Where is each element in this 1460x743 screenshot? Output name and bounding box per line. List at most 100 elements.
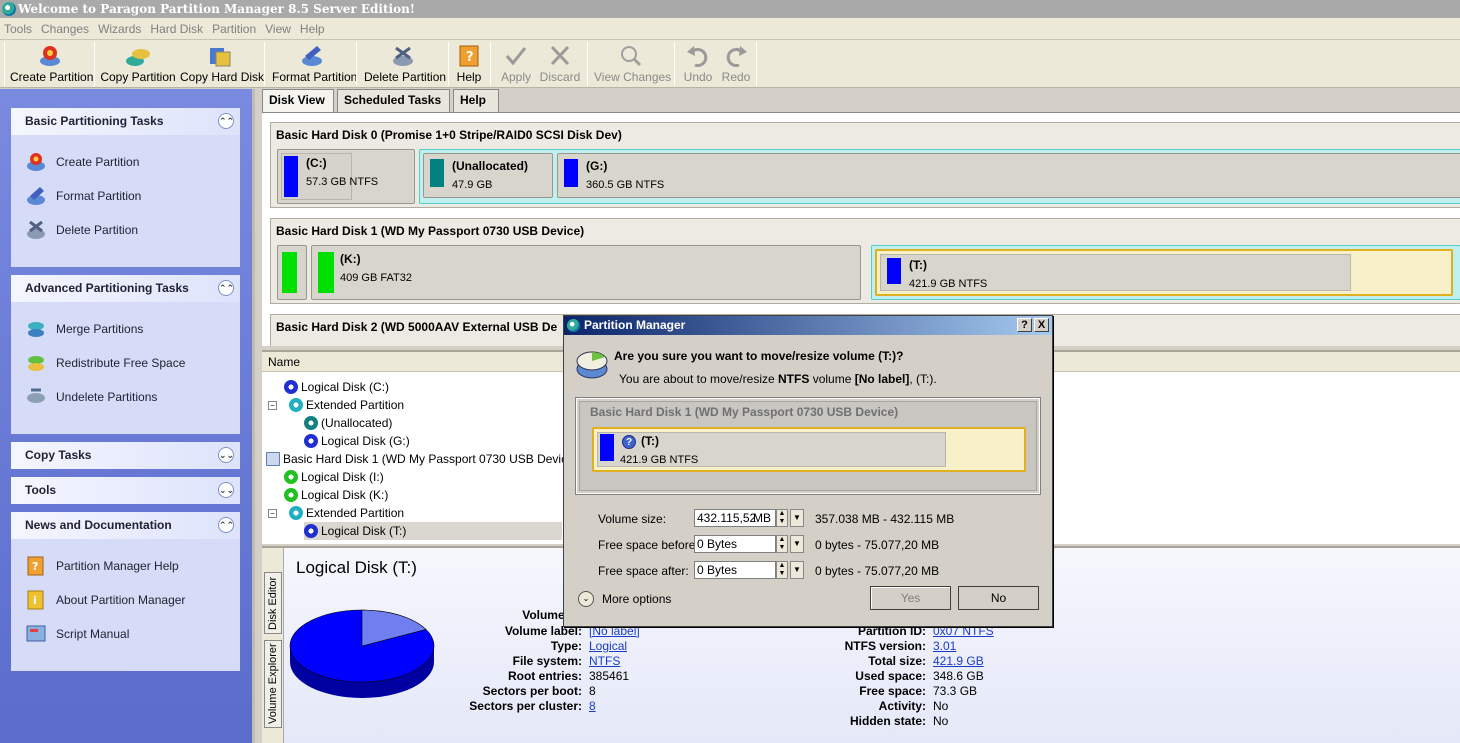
task-script-manual[interactable]: Script Manual [11,617,240,651]
redo-button[interactable]: Redo [718,42,754,86]
volume-size-unit-dropdown[interactable]: ▼ [790,509,804,527]
tab-scheduled-tasks[interactable]: Scheduled Tasks [337,89,450,112]
tab-volume-explorer[interactable]: Volume Explorer [264,640,282,728]
used-space-value: 348.6 GB [933,669,984,683]
tree-item[interactable]: (Unallocated) [304,414,392,432]
partition-color-bar [284,156,298,197]
apply-button[interactable]: Apply [496,42,536,86]
menu-partition[interactable]: Partition [212,22,256,36]
collapse-chevron-icon[interactable]: ⌃⌃ [218,517,234,533]
delete-partition-button[interactable]: Delete Partition [364,42,446,86]
collapse-toggle-icon[interactable]: − [268,508,277,518]
basic-partitioning-header[interactable]: Basic Partitioning Tasks ⌃⌃ [11,108,240,135]
collapse-chevron-icon[interactable]: ⌃⌃ [218,280,234,296]
menu-help[interactable]: Help [300,22,325,36]
news-documentation-group: News and Documentation ⌃⌃ ? Partition Ma… [11,512,240,671]
partition-unallocated[interactable]: (Unallocated) 47.9 GB [423,153,553,198]
help-book-icon: ? [25,555,47,577]
undo-arrow-icon [685,44,711,68]
menu-hard-disk[interactable]: Hard Disk [150,22,203,36]
tree-item[interactable]: Logical Disk (G:) [304,432,410,450]
undo-button[interactable]: Undo [680,42,716,86]
menu-tools[interactable]: Tools [4,22,32,36]
tree-item[interactable]: Logical Disk (I:) [284,468,384,486]
tree-item[interactable]: Logical Disk (K:) [284,486,388,504]
task-undelete-partitions[interactable]: Undelete Partitions [11,380,240,414]
tab-disk-editor[interactable]: Disk Editor [264,572,282,634]
advanced-partitioning-group: Advanced Partitioning Tasks ⌃⌃ Merge Par… [11,275,240,434]
partition-t[interactable]: (T:) 421.9 GB NTFS [875,249,1453,296]
menu-wizards[interactable]: Wizards [98,22,141,36]
task-merge-partitions[interactable]: Merge Partitions [11,312,240,346]
disk-1-title: Basic Hard Disk 1 (WD My Passport 0730 U… [276,224,585,238]
expand-chevron-icon[interactable]: ⌄⌄ [218,447,234,463]
collapse-toggle-icon[interactable]: − [268,400,277,410]
tree-item[interactable]: − Extended Partition [268,396,404,414]
free-before-unit-dropdown[interactable]: ▼ [790,535,804,553]
task-create-partition[interactable]: Create Partition [11,145,240,179]
free-before-input[interactable]: 0 Bytes [694,535,776,553]
news-documentation-header[interactable]: News and Documentation ⌃⌃ [11,512,240,539]
disk-1[interactable]: Basic Hard Disk 1 (WD My Passport 0730 U… [270,218,1460,304]
volume-size-spinner[interactable]: ▲ ▼ [776,509,788,527]
expand-chevron-icon: ⌄ [578,591,594,607]
ntfs-version-value[interactable]: 3.01 [933,639,956,653]
tree-item[interactable]: − Extended Partition [268,504,404,522]
sectors-per-cluster-value[interactable]: 8 [589,699,596,713]
tab-disk-view[interactable]: Disk View [262,89,334,112]
volume-size-input[interactable]: 432.115,52 MB [694,509,776,527]
redo-arrow-icon [723,44,749,68]
type-value[interactable]: Logical [589,639,627,653]
task-delete-partition[interactable]: Delete Partition [11,213,240,247]
no-button[interactable]: No [958,586,1039,610]
create-partition-button[interactable]: Create Partition [10,42,93,86]
extended-partition-disk-1[interactable]: (T:) 421.9 GB NTFS [871,245,1460,300]
logical-disk-icon [304,524,318,538]
format-partition-button[interactable]: Format Partition [272,42,357,86]
copy-tasks-header[interactable]: Copy Tasks ⌄⌄ [11,442,240,469]
prop-label: Volume let [522,608,582,622]
dialog-help-button[interactable]: ? [1017,318,1032,332]
format-partition-icon [25,185,47,207]
help-button[interactable]: ? Help [454,42,484,86]
more-options-toggle[interactable]: ⌄ More options [578,591,671,607]
yes-button[interactable]: Yes [870,586,951,610]
magnifier-icon [618,44,644,68]
disk-0[interactable]: Basic Hard Disk 0 (Promise 1+0 Stripe/RA… [270,122,1460,208]
activity-value: No [933,699,949,713]
dialog-close-button[interactable]: X [1034,318,1049,332]
tree-item-selected[interactable]: Logical Disk (T:) [304,522,562,540]
task-partition-manager-help[interactable]: ? Partition Manager Help [11,549,240,583]
discard-button[interactable]: Discard [538,42,582,86]
free-before-spinner[interactable]: ▲ ▼ [776,535,788,553]
copy-partition-button[interactable]: Copy Partition [100,42,176,86]
partition-c[interactable]: (C:) 57.3 GB NTFS [277,149,415,204]
view-changes-button[interactable]: View Changes [594,42,671,86]
menu-view[interactable]: View [265,22,291,36]
expand-chevron-icon[interactable]: ⌄⌄ [218,482,234,498]
copy-hard-disk-button[interactable]: Copy Hard Disk [180,42,264,86]
tree-item[interactable]: Logical Disk (C:) [284,378,389,396]
free-after-unit-dropdown[interactable]: ▼ [790,561,804,579]
tab-help[interactable]: Help [453,89,499,112]
total-size-value[interactable]: 421.9 GB [933,654,984,668]
file-system-value[interactable]: NTFS [589,654,620,668]
toolbar-separator [674,42,675,86]
toolbar-separator [587,42,588,86]
free-after-input[interactable]: 0 Bytes [694,561,776,579]
partition-i[interactable] [277,245,307,300]
tree-item[interactable]: Basic Hard Disk 1 (WD My Passport 0730 U… [266,450,578,468]
task-format-partition[interactable]: Format Partition [11,179,240,213]
partition-g[interactable]: (G:) 360.5 GB NTFS [557,153,1460,198]
menu-changes[interactable]: Changes [41,22,89,36]
tools-header[interactable]: Tools ⌄⌄ [11,477,240,504]
free-after-spinner[interactable]: ▲ ▼ [776,561,788,579]
advanced-partitioning-header[interactable]: Advanced Partitioning Tasks ⌃⌃ [11,275,240,302]
partition-color-bar [282,252,297,293]
collapse-chevron-icon[interactable]: ⌃⌃ [218,113,234,129]
extended-partition-disk-0[interactable]: (Unallocated) 47.9 GB (G:) 360.5 GB NTFS [419,149,1460,204]
partition-k[interactable]: (K:) 409 GB FAT32 [311,245,861,300]
sectors-per-boot-value: 8 [589,684,596,698]
task-about-partition-manager[interactable]: i About Partition Manager [11,583,240,617]
task-redistribute-free-space[interactable]: Redistribute Free Space [11,346,240,380]
